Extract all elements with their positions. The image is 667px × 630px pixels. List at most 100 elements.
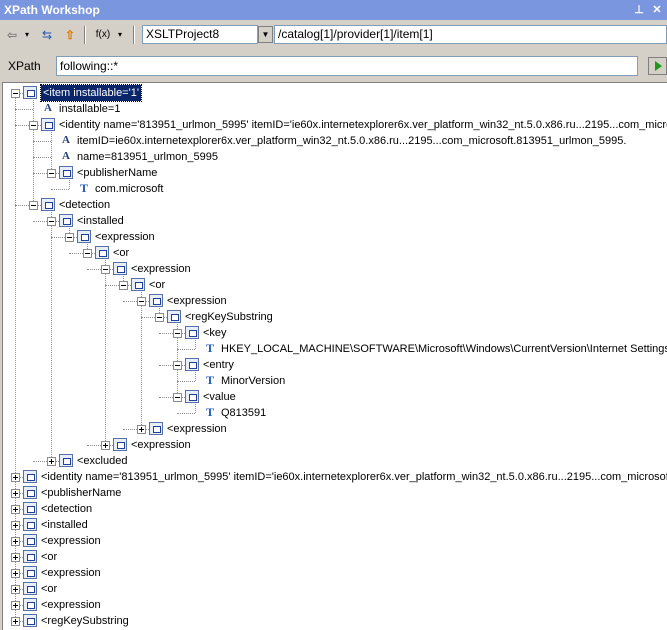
tree-node[interactable]: T HKEY_LOCAL_MACHINE\SOFTWARE\Microsoft\W… — [3, 341, 667, 357]
expand-icon[interactable] — [11, 489, 20, 498]
function-dropdown-icon[interactable]: ▾ — [115, 26, 125, 44]
tree-node[interactable]: <expression — [3, 261, 667, 277]
tree-node-label: <value — [203, 391, 236, 403]
tree-node[interactable]: <entry — [3, 357, 667, 373]
expand-icon[interactable] — [137, 425, 146, 434]
expand-icon[interactable] — [11, 473, 20, 482]
chevron-down-icon[interactable]: ▼ — [258, 26, 273, 43]
tree-node-label: Q813591 — [221, 407, 267, 419]
tree-node-label: <or — [113, 247, 130, 259]
collapse-icon[interactable] — [101, 265, 110, 274]
element-node-icon — [113, 262, 127, 275]
attribute-node-icon: A — [44, 102, 52, 114]
tree-node[interactable]: <or — [3, 581, 667, 597]
collapse-icon[interactable] — [11, 89, 20, 98]
close-icon[interactable]: ✕ — [650, 3, 664, 17]
run-query-button[interactable] — [648, 57, 667, 75]
element-node-icon — [77, 230, 91, 243]
tree-node[interactable]: <regKeySubstring — [3, 309, 667, 325]
tree-node[interactable]: <value — [3, 389, 667, 405]
xpath-input[interactable]: following::* — [56, 56, 638, 76]
collapse-icon[interactable] — [83, 249, 92, 258]
tree-node[interactable]: <expression — [3, 533, 667, 549]
context-path: /catalog[1]/provider[1]/item[1] — [274, 25, 667, 44]
element-node-icon — [23, 598, 37, 611]
pin-icon[interactable]: ⊥ — [632, 3, 646, 17]
tree-node[interactable]: <publisherName — [3, 485, 667, 501]
collapse-icon[interactable] — [137, 297, 146, 306]
tree-node[interactable]: <or — [3, 245, 667, 261]
expand-icon[interactable] — [11, 585, 20, 594]
collapse-icon[interactable] — [29, 201, 38, 210]
expand-icon[interactable] — [11, 569, 20, 578]
tree-node[interactable]: <detection — [3, 197, 667, 213]
tree-node[interactable]: AitemID=ie60x.internetexplorer6x.ver_pla… — [3, 133, 667, 149]
tree-node[interactable]: <expression — [3, 565, 667, 581]
tree-node-label: <expression — [131, 263, 191, 275]
tree-node[interactable]: <expression — [3, 437, 667, 453]
collapse-icon[interactable] — [155, 313, 164, 322]
attribute-node-icon: A — [62, 150, 70, 162]
tree-node-label: <publisherName — [41, 487, 122, 499]
text-node-icon: T — [205, 341, 214, 355]
tree-node[interactable]: <identity name='813951_urlmon_5995' item… — [3, 117, 667, 133]
tree-node[interactable]: <excluded — [3, 453, 667, 469]
tree-node-label: <expression — [167, 423, 227, 435]
tree-node[interactable]: Aname=813951_urlmon_5995 — [3, 149, 667, 165]
back-icon[interactable]: ⇦ — [4, 26, 20, 44]
tree-node[interactable]: <regKeySubstring — [3, 613, 667, 629]
collapse-icon[interactable] — [173, 393, 182, 402]
toolbar-separator — [133, 26, 135, 44]
attribute-node-icon: A — [62, 134, 70, 146]
collapse-icon[interactable] — [119, 281, 128, 290]
result-tree[interactable]: <item installable='1' Ainstallable=1 <iden… — [2, 82, 667, 630]
tree-node[interactable]: <installed — [3, 213, 667, 229]
tree-node[interactable]: Ainstallable=1 — [3, 101, 667, 117]
expand-icon[interactable] — [11, 537, 20, 546]
expand-icon[interactable] — [11, 553, 20, 562]
tree-node[interactable]: <key — [3, 325, 667, 341]
expand-icon[interactable] — [11, 521, 20, 530]
window-titlebar: XPath Workshop ⊥ ✕ — [0, 0, 667, 20]
tree-node[interactable]: <expression — [3, 421, 667, 437]
tree-node[interactable]: <or — [3, 277, 667, 293]
expand-icon[interactable] — [101, 441, 110, 450]
tree-node-label: <entry — [203, 359, 234, 371]
tree-node[interactable]: Tcom.microsoft — [3, 181, 667, 197]
expand-icon[interactable] — [11, 505, 20, 514]
function-button[interactable]: f(x) — [92, 26, 114, 44]
tree-node-label: <or — [41, 551, 58, 563]
collapse-icon[interactable] — [47, 217, 56, 226]
tree-node[interactable]: <expression — [3, 229, 667, 245]
tree-node[interactable]: T Q813591 — [3, 405, 667, 421]
element-node-icon — [23, 502, 37, 515]
tree-node[interactable]: <expression — [3, 597, 667, 613]
collapse-icon[interactable] — [173, 361, 182, 370]
tree-node[interactable]: <identity name='813951_urlmon_5995' item… — [3, 469, 667, 485]
element-node-icon — [23, 470, 37, 483]
tree-node-label: <regKeySubstring — [41, 615, 129, 627]
collapse-icon[interactable] — [29, 121, 38, 130]
element-node-icon — [59, 214, 73, 227]
tree-node[interactable]: <expression — [3, 293, 667, 309]
tree-node[interactable]: <installed — [3, 517, 667, 533]
project-select[interactable]: XSLTProject8 — [142, 25, 258, 44]
expand-icon[interactable] — [47, 457, 56, 466]
tree-node-label: <regKeySubstring — [185, 311, 273, 323]
element-node-icon — [23, 582, 37, 595]
tree-node-label: <detection — [41, 503, 93, 515]
expand-icon[interactable] — [11, 601, 20, 610]
up-arrow-icon[interactable]: ⇧ — [62, 26, 78, 44]
tree-node[interactable]: <or — [3, 549, 667, 565]
expand-icon[interactable] — [11, 617, 20, 626]
tree-node[interactable]: T MinorVersion — [3, 373, 667, 389]
tree-node[interactable]: <item installable='1' — [3, 84, 667, 102]
tree-node[interactable]: <publisherName — [3, 165, 667, 181]
collapse-icon[interactable] — [47, 169, 56, 178]
collapse-icon[interactable] — [173, 329, 182, 338]
element-node-icon — [149, 294, 163, 307]
collapse-icon[interactable] — [65, 233, 74, 242]
refresh-icon[interactable]: ⇆ — [38, 26, 56, 44]
back-dropdown-icon[interactable]: ▾ — [22, 26, 32, 44]
tree-node[interactable]: <detection — [3, 501, 667, 517]
